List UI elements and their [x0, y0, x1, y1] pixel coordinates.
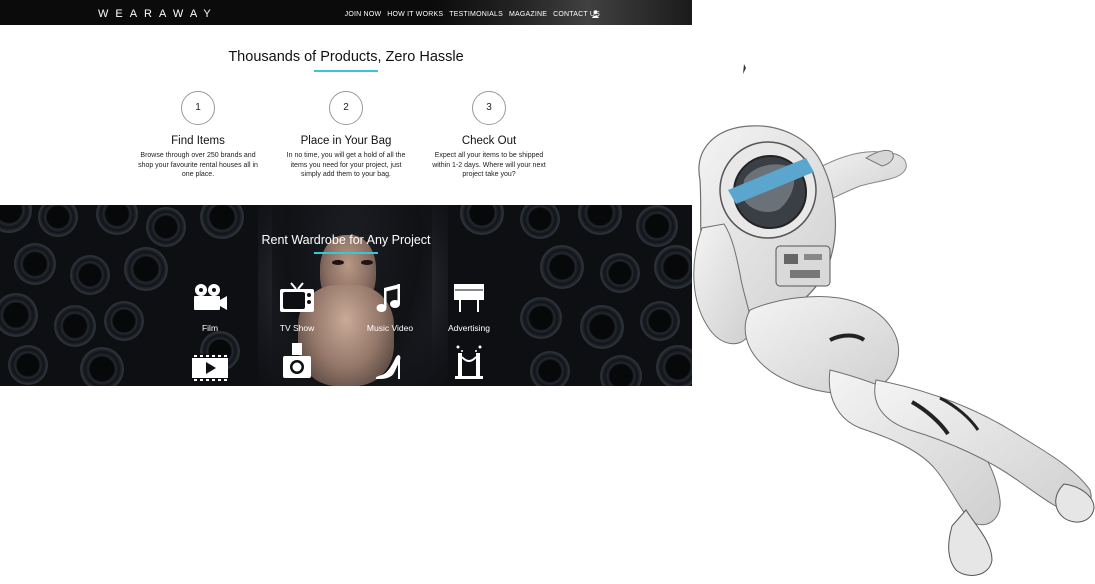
- nav-magazine[interactable]: MAGAZINE: [509, 11, 547, 18]
- how-it-works-section: Thousands of Products, Zero Hassle 1 Fin…: [0, 25, 692, 205]
- lens-decor: [578, 205, 622, 235]
- lens-decor: [580, 305, 624, 349]
- main-nav: JOIN NOW HOW IT WORKS TESTIMONIALS MAGAZ…: [345, 11, 600, 18]
- step-number-circle: 1: [181, 91, 215, 125]
- lens-decor: [14, 243, 56, 285]
- section-title: Thousands of Products, Zero Hassle: [228, 49, 464, 65]
- category-events[interactable]: [434, 343, 504, 386]
- video-play-icon: [192, 354, 228, 382]
- category-film[interactable]: Film: [175, 282, 245, 333]
- lens-decor: [80, 347, 124, 386]
- lens-decor: [124, 247, 168, 291]
- eye-shape: [332, 260, 344, 265]
- nav-testimonials[interactable]: TESTIMONIALS: [449, 11, 503, 18]
- astronaut-image: [693, 64, 1095, 576]
- category-video[interactable]: [175, 351, 245, 386]
- nav-how-it-works[interactable]: HOW IT WORKS: [387, 11, 443, 18]
- site-logo[interactable]: WEARAWAY: [98, 8, 218, 20]
- lens-decor: [70, 255, 110, 295]
- high-heel-icon: [375, 355, 401, 379]
- photo-camera-icon: [283, 343, 311, 378]
- lens-decor: [600, 253, 640, 293]
- category-tv-show[interactable]: TV Show: [262, 282, 332, 333]
- step-description: Expect all your items to be shipped with…: [432, 152, 546, 178]
- tv-icon: [280, 282, 314, 312]
- category-advertising[interactable]: Advertising: [434, 282, 504, 333]
- lens-decor: [54, 305, 96, 347]
- step-title: Find Items: [171, 135, 225, 147]
- category-label: Advertising: [447, 323, 491, 333]
- category-music-video[interactable]: Music Video: [355, 282, 425, 333]
- film-camera-icon: [194, 284, 227, 310]
- lens-decor: [0, 205, 32, 233]
- step-check-out: 3 Check Out Expect all your items to be …: [424, 91, 554, 180]
- red-carpet-icon: [455, 345, 483, 379]
- wardrobe-title: Rent Wardrobe for Any Project: [261, 233, 431, 247]
- music-note-icon: [376, 284, 400, 312]
- wardrobe-title-underline: [314, 252, 378, 254]
- lens-decor: [104, 301, 144, 341]
- eye-shape: [361, 260, 373, 265]
- category-photography[interactable]: [262, 343, 332, 386]
- nav-join-now[interactable]: JOIN NOW: [345, 11, 382, 18]
- lens-decor: [0, 293, 38, 337]
- lens-decor: [8, 345, 48, 385]
- lens-decor: [540, 245, 584, 289]
- step-find-items: 1 Find Items Browse through over 250 bra…: [133, 91, 263, 180]
- user-icon[interactable]: [592, 10, 599, 18]
- lens-decor: [460, 205, 504, 235]
- step-number-circle: 3: [472, 91, 506, 125]
- top-nav-bar: WEARAWAY JOIN NOW HOW IT WORKS TESTIMONI…: [0, 0, 692, 25]
- step-description: In no time, you will get a hold of all t…: [286, 152, 406, 178]
- lens-decor: [530, 351, 570, 386]
- lens-decor: [520, 297, 562, 339]
- category-fashion[interactable]: [355, 351, 425, 386]
- step-title: Place in Your Bag: [300, 135, 392, 147]
- step-number-circle: 2: [329, 91, 363, 125]
- category-label: Music Video: [366, 323, 414, 333]
- lens-decor: [640, 301, 680, 341]
- step-place-in-bag: 2 Place in Your Bag In no time, you will…: [281, 91, 411, 180]
- website-screenshot: WEARAWAY JOIN NOW HOW IT WORKS TESTIMONI…: [0, 0, 692, 386]
- title-underline: [314, 70, 378, 72]
- billboard-icon: [454, 284, 484, 312]
- category-label: TV Show: [279, 323, 315, 333]
- step-description: Browse through over 250 brands and shop …: [138, 152, 258, 178]
- lens-decor: [96, 205, 138, 235]
- rent-wardrobe-section: Rent Wardrobe for Any Project Film TV Sh…: [0, 205, 692, 386]
- category-label: Film: [201, 323, 219, 333]
- step-title: Check Out: [461, 135, 517, 147]
- lens-decor: [600, 355, 642, 386]
